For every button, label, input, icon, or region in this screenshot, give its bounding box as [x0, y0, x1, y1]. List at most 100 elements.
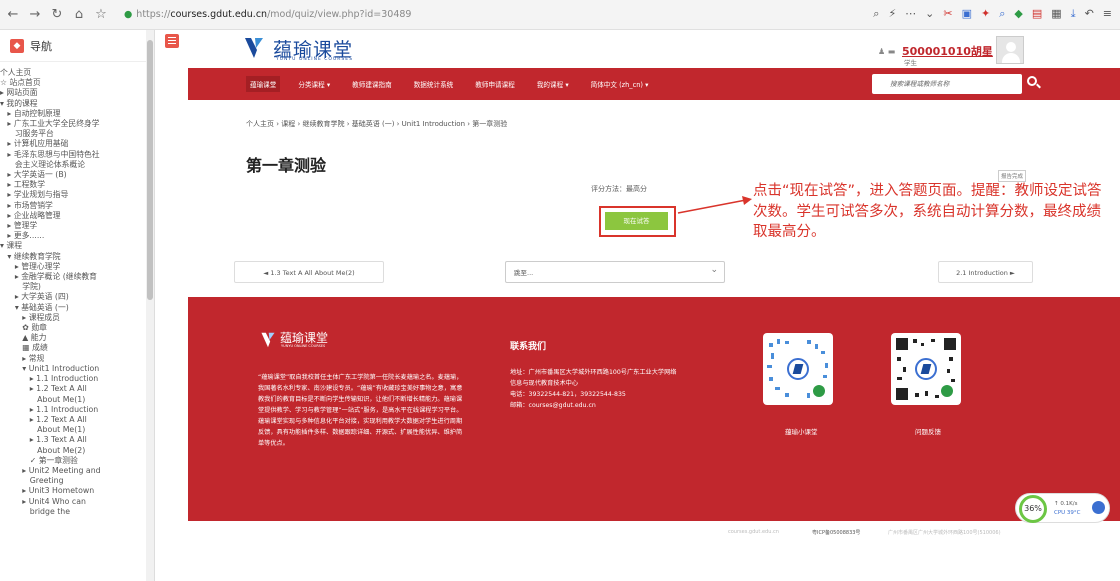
menu-item-my-courses[interactable]: 我的课程 ▾ — [533, 76, 573, 92]
note-icon[interactable]: ▤ — [1032, 7, 1042, 21]
sidebar-tree-item[interactable]: ✿ 勋章 — [0, 323, 154, 333]
sidebar-tree-item[interactable]: 个人主页 — [0, 68, 154, 78]
lock-icon: ● — [124, 9, 133, 20]
site-header: 蕴瑜课堂 YUNYU ONLINE COURSES ♟ ▬ 500001010胡… — [188, 30, 1120, 68]
sidebar-tree-item[interactable]: ▸ 自动控制原理 — [0, 109, 154, 119]
back-icon[interactable]: ← — [4, 7, 22, 22]
sidebar-tree-item[interactable]: ▸ 常规 — [0, 354, 154, 364]
sidebar-tree-item[interactable]: ▸ 大学英语一 (B) — [0, 170, 154, 180]
logo-subtitle: YUNYU ONLINE COURSES — [276, 57, 353, 62]
sidebar-tree-item[interactable]: ▾ 我的课程 — [0, 99, 154, 109]
attempt-quiz-button[interactable]: 现在试答 — [605, 212, 668, 230]
undo-icon[interactable]: ↶ — [1085, 7, 1094, 21]
avatar[interactable] — [996, 36, 1024, 64]
menu-item-teacher-guide[interactable]: 教师建课指南 — [348, 76, 396, 92]
download-icon[interactable]: ⤓ — [1071, 7, 1076, 21]
breadcrumb[interactable]: 个人主页 › 课程 › 继续教育学院 › 基础英语 (一) › Unit1 In… — [246, 119, 507, 129]
sidebar-tree-item[interactable]: ▸ 管理学 — [0, 221, 154, 231]
sidebar-tree-item[interactable]: ☆ 站点首页 — [0, 78, 154, 88]
feedback-label: 问题反馈 — [915, 428, 941, 436]
game-icon[interactable]: ◆ — [1014, 7, 1022, 21]
previous-activity-link[interactable]: ◄ 1.3 Text A All About Me(2) — [234, 261, 384, 283]
sidebar-tree-item[interactable]: ▸ 广东工业大学全民终身学 — [0, 119, 154, 129]
icp-number[interactable]: 粤ICP备05008833号 — [812, 529, 860, 536]
sidebar-tree-item[interactable]: ▲ 能力 — [0, 333, 154, 343]
contact-info: 地址：广州市番禺区大学城外环西路100号广东工业大学网络信息与现代教育技术中心 … — [510, 369, 677, 409]
menu-item-statistics[interactable]: 数据统计系统 — [410, 76, 458, 92]
sidebar-tree-item[interactable]: ▸ 1.3 Text A All — [0, 435, 154, 445]
sidebar-tree-item[interactable]: ▸ 毛泽东思想与中国特色社 — [0, 150, 154, 160]
sidebar-scroll-thumb[interactable] — [147, 40, 153, 300]
sidebar-tree-item[interactable]: About Me(2) — [0, 446, 154, 456]
sidebar-tree-item[interactable]: ▸ 工程数学 — [0, 180, 154, 190]
sidebar-tree-item[interactable]: ▸ 1.2 Text A All — [0, 415, 154, 425]
sidebar-tree-item[interactable]: ▾ 基础英语 (一) — [0, 303, 154, 313]
menu-icon[interactable]: ≡ — [1103, 7, 1112, 21]
performance-widget[interactable]: 36% ↑ 0.1K/s CPU 39°C — [1015, 493, 1110, 523]
yunyu-logo-icon[interactable] — [243, 36, 265, 60]
search-extension-icon[interactable]: ⌕ — [999, 7, 1005, 21]
sidebar-tree-item[interactable]: ▸ 课程成员 — [0, 313, 154, 323]
sidebar-tree-item[interactable]: ▸ 1.1 Introduction — [0, 405, 154, 415]
translate-icon[interactable]: ✦ — [981, 7, 990, 21]
footer-logo-subtitle: YUNYU ONLINE COURSES — [281, 344, 326, 348]
zoom-icon[interactable]: ⌕ — [873, 7, 879, 21]
contact-title: 联系我们 — [510, 342, 547, 352]
navigation-tree: 个人主页 ☆ 站点首页 ▸ 网站页面 ▾ 我的课程 ▸ 自动控制原理 ▸ 广东工业大学… — [0, 62, 154, 517]
browser-toolbar: ← → ↻ ⌂ ☆ ● https://courses.gdut.edu.cn/m… — [0, 0, 1120, 30]
sidebar-tree-item[interactable]: ▸ 网站页面 — [0, 88, 154, 98]
course-search-input[interactable]: 搜索课程或教师名称 — [872, 74, 1022, 94]
menu-item-apply-course[interactable]: 教师申请课程 — [471, 76, 519, 92]
menu-item-categories[interactable]: 分类课程 ▾ — [294, 76, 334, 92]
sidebar-tree-item[interactable]: ▸ 大学英语 (四) — [0, 292, 154, 302]
sidebar-tree-item[interactable]: ✓ 第一章测验 — [0, 456, 154, 466]
extension-icon[interactable]: ▣ — [962, 7, 972, 21]
next-activity-link[interactable]: 2.1 Introduction ► — [938, 261, 1033, 283]
memory-usage-ring: 36% — [1019, 495, 1047, 523]
menu-item-home[interactable]: 蕴瑜课堂 — [246, 76, 281, 92]
sidebar-tree-item[interactable]: ▸ 计算机应用基础 — [0, 139, 154, 149]
forward-icon[interactable]: → — [26, 7, 44, 22]
sidebar-tree-item[interactable]: ▾ Unit1 Introduction — [0, 364, 154, 374]
menu-item-language[interactable]: 简体中文 (zh_cn) ▾ — [587, 76, 653, 92]
search-icon[interactable] — [1027, 76, 1037, 86]
sidebar-tree-item[interactable]: ▸ 更多...... — [0, 231, 154, 241]
callout-arrow-icon — [677, 196, 752, 214]
address-bar[interactable]: ● https://courses.gdut.edu.cn/mod/quiz/vi… — [124, 9, 411, 20]
sidebar-header: ◆ 导航 — [0, 30, 154, 62]
icp-host[interactable]: courses.gdut.edu.cn — [728, 529, 779, 535]
sidebar-tree-item[interactable]: ▸ 企业战略管理 — [0, 211, 154, 221]
sidebar-tree-item[interactable]: ▸ Unit3 Hometown — [0, 486, 154, 496]
sidebar-tree-item[interactable]: ▾ 继续教育学院 — [0, 252, 154, 262]
home-icon[interactable]: ⌂ — [70, 7, 88, 22]
lightning-icon[interactable]: ⚡ — [888, 7, 896, 21]
jump-to-select[interactable]: 跳至... — [505, 259, 725, 283]
sidebar-tree-item[interactable]: ▸ Unit4 Who can — [0, 497, 154, 507]
sidebar-tree-item[interactable]: 习服务平台 — [0, 129, 154, 139]
speed-boost-icon[interactable] — [1092, 501, 1105, 514]
bookmark-star-icon[interactable]: ☆ — [92, 7, 110, 22]
sidebar-tree-item[interactable]: Greeting — [0, 476, 154, 486]
sidebar-tree-item[interactable]: ▸ 学业规划与指导 — [0, 190, 154, 200]
dropdown-icon[interactable]: ⌄ — [925, 7, 934, 21]
sidebar-tree-item[interactable]: ▸ 1.1 Introduction — [0, 374, 154, 384]
drawer-toggle-button[interactable] — [165, 34, 179, 48]
sidebar-tree-item[interactable]: bridge the — [0, 507, 154, 517]
sidebar-tree-item[interactable]: 会主义理论体系概论 — [0, 160, 154, 170]
sidebar-tree-item[interactable]: 学院) — [0, 282, 154, 292]
grid-icon[interactable]: ▦ — [1051, 7, 1061, 21]
sidebar-tree-item[interactable]: ▦ 成绩 — [0, 343, 154, 353]
sidebar-tree-item[interactable]: ▸ 金融学概论 (继续教育 — [0, 272, 154, 282]
reload-icon[interactable]: ↻ — [48, 7, 66, 22]
notification-message-icons[interactable]: ♟ ▬ — [878, 47, 895, 56]
sidebar-tree-item[interactable]: ▸ 管理心理学 — [0, 262, 154, 272]
sidebar-tree-item[interactable]: ▸ Unit2 Meeting and — [0, 466, 154, 476]
more-icon[interactable]: ⋯ — [905, 7, 916, 21]
sidebar-tree-item[interactable]: About Me(1) — [0, 395, 154, 405]
sidebar-tree-item[interactable]: ▾ 课程 — [0, 241, 154, 251]
footer-about-text: “蕴瑜课堂”取自我校首任主体广东工学院第一任院长麦蕴瑜之名。麦蕴瑜，我国著名水利… — [258, 374, 463, 447]
sidebar-tree-item[interactable]: About Me(1) — [0, 425, 154, 435]
sidebar-tree-item[interactable]: ▸ 1.2 Text A All — [0, 384, 154, 394]
sidebar-tree-item[interactable]: ▸ 市场营销学 — [0, 201, 154, 211]
cut-icon[interactable]: ✂ — [943, 7, 952, 21]
